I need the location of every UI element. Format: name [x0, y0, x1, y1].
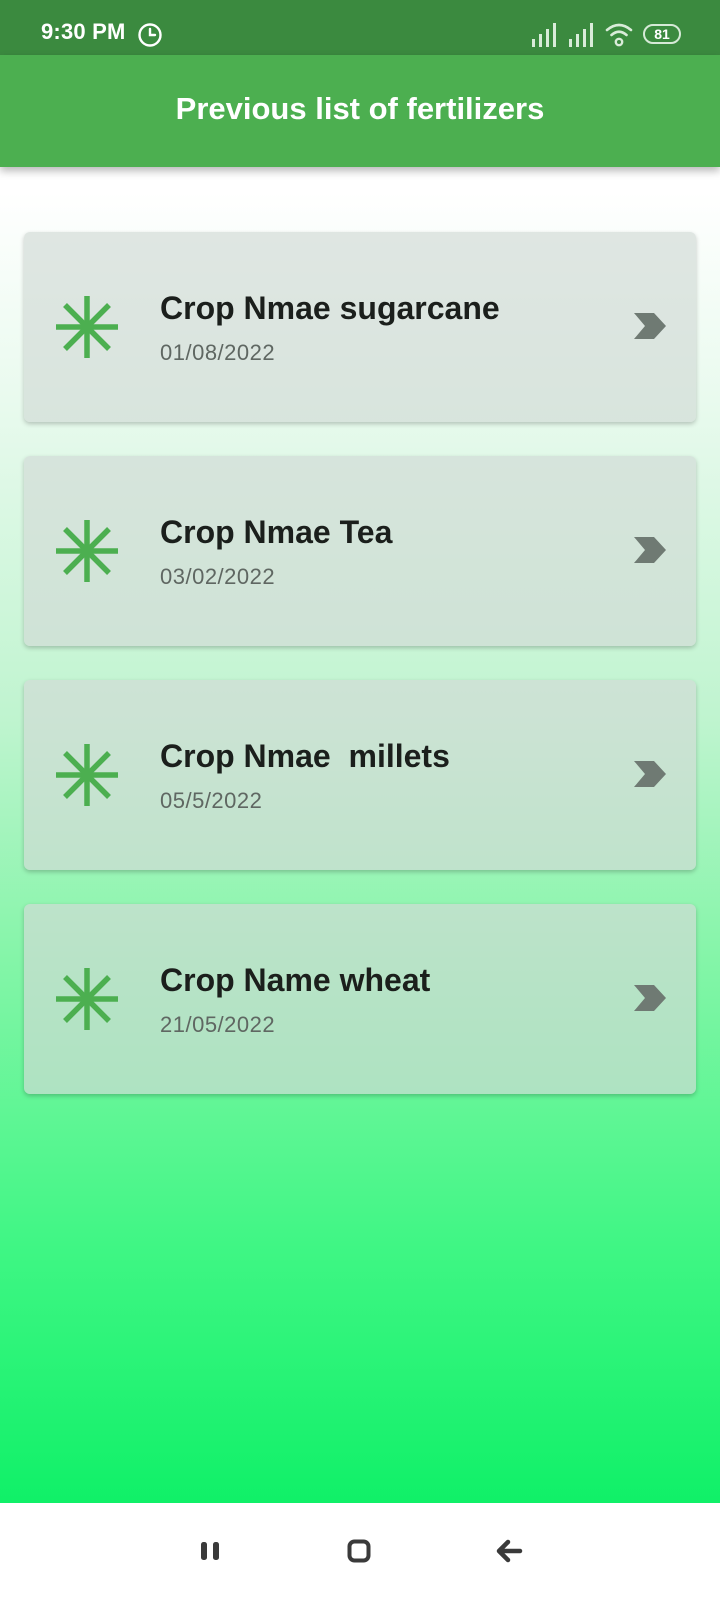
- chevron-right-icon: [634, 313, 666, 339]
- list-item[interactable]: Crop Nmae millets 05/5/2022: [24, 680, 696, 870]
- crop-name: Crop Nmae millets: [160, 738, 450, 774]
- screen: 9:30 PM 81 Previous list of fertilizers: [0, 0, 720, 1600]
- snowflake-icon: [56, 520, 118, 582]
- snowflake-icon: [56, 968, 118, 1030]
- app-bar: Previous list of fertilizers: [0, 55, 720, 167]
- home-icon[interactable]: [341, 1533, 377, 1569]
- list-item[interactable]: Crop Nmae sugarcane 01/08/2022: [24, 232, 696, 422]
- list-item[interactable]: Crop Nmae Tea 03/02/2022: [24, 456, 696, 646]
- record-date: 05/5/2022: [160, 788, 263, 813]
- chevron-right-icon: [634, 761, 666, 787]
- signal-icon: [532, 23, 556, 47]
- record-date: 03/02/2022: [160, 564, 276, 589]
- clock-icon: [138, 23, 162, 47]
- snowflake-icon: [56, 744, 118, 806]
- back-icon[interactable]: [491, 1533, 527, 1569]
- fertilizer-list: Crop Nmae sugarcane 01/08/2022 Crop Nmae…: [24, 232, 696, 1128]
- record-date: 21/05/2022: [160, 1012, 276, 1037]
- record-date: 01/08/2022: [160, 340, 276, 365]
- chevron-right-icon: [634, 537, 666, 563]
- status-time: 9:30 PM: [41, 19, 126, 44]
- status-bar: 9:30 PM 81: [0, 0, 720, 55]
- page-title: Previous list of fertilizers: [175, 91, 545, 126]
- snowflake-icon: [56, 296, 118, 358]
- crop-name: Crop Nmae Tea: [160, 514, 393, 550]
- signal-icon: [569, 23, 593, 47]
- chevron-right-icon: [634, 985, 666, 1011]
- crop-name: Crop Nmae sugarcane: [160, 290, 500, 326]
- recent-apps-icon[interactable]: [192, 1533, 228, 1569]
- crop-name: Crop Name wheat: [160, 962, 431, 998]
- battery-icon: 81: [643, 24, 681, 44]
- list-item[interactable]: Crop Name wheat 21/05/2022: [24, 904, 696, 1094]
- system-nav-bar: [0, 1503, 720, 1600]
- wifi-icon: [605, 23, 633, 47]
